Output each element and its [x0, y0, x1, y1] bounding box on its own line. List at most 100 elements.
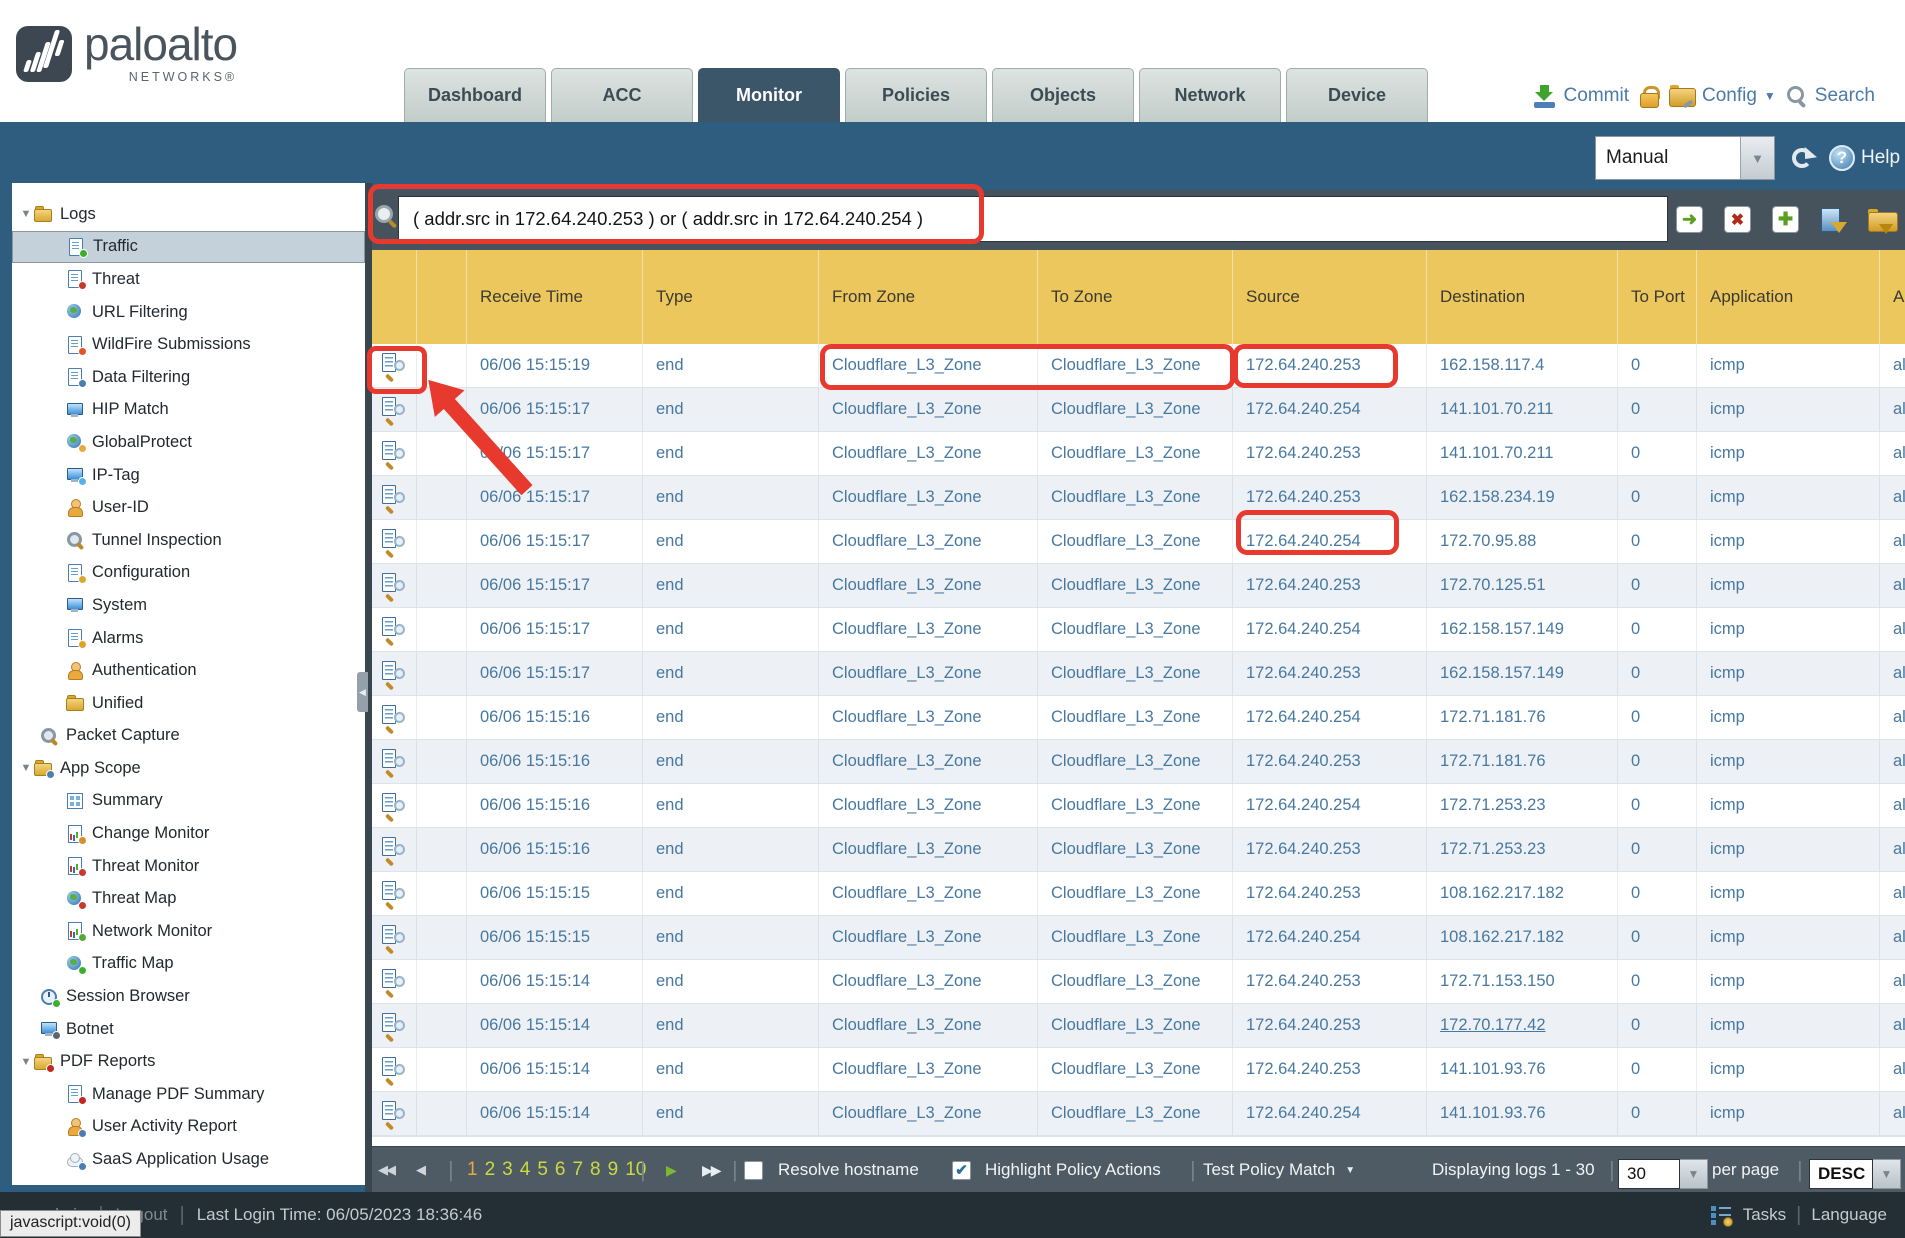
cell-action[interactable]: allow: [1893, 928, 1905, 947]
sidebar-item-summary[interactable]: Summary: [12, 785, 365, 818]
language-button[interactable]: Language: [1811, 1205, 1887, 1225]
cell-to-port[interactable]: 0: [1631, 576, 1640, 595]
cell-from-zone[interactable]: Cloudflare_L3_Zone: [832, 972, 982, 991]
sidebar-item-alarms[interactable]: Alarms: [12, 622, 365, 655]
cell-application[interactable]: icmp: [1710, 400, 1745, 419]
help-button[interactable]: ? Help: [1829, 145, 1900, 171]
refresh-mode-select[interactable]: Manual ▼: [1595, 136, 1775, 180]
sidebar-item-unified[interactable]: Unified: [12, 687, 365, 720]
cell-action[interactable]: allow: [1893, 576, 1905, 595]
log-table-row[interactable]: 06/06 15:15:16 end Cloudflare_L3_Zone Cl…: [372, 784, 1905, 828]
cell-destination[interactable]: 141.101.93.76: [1440, 1104, 1546, 1123]
sidebar-item-user-id[interactable]: User-ID: [12, 491, 365, 524]
cell-to-port[interactable]: 0: [1631, 840, 1640, 859]
prev-page-button[interactable]: ◀: [416, 1147, 424, 1193]
cell-application[interactable]: icmp: [1710, 576, 1745, 595]
log-detail-icon[interactable]: [379, 925, 405, 951]
page-number-8[interactable]: 8: [590, 1159, 601, 1181]
search-button[interactable]: Search: [1786, 85, 1875, 107]
sidebar-item-url-filtering[interactable]: URL Filtering: [12, 296, 365, 329]
tasks-button[interactable]: Tasks: [1743, 1205, 1786, 1225]
sidebar-collapse-handle[interactable]: ◀: [357, 672, 368, 712]
log-detail-icon[interactable]: [379, 969, 405, 995]
tab-dashboard[interactable]: Dashboard: [404, 68, 546, 122]
cell-to-zone[interactable]: Cloudflare_L3_Zone: [1051, 928, 1201, 947]
lock-icon[interactable]: [1639, 84, 1659, 108]
tab-monitor[interactable]: Monitor: [698, 68, 840, 122]
sidebar-item-ip-tag[interactable]: IP-Tag: [12, 459, 365, 492]
cell-destination[interactable]: 141.101.70.211: [1440, 400, 1553, 419]
log-table-row[interactable]: 06/06 15:15:17 end Cloudflare_L3_Zone Cl…: [372, 388, 1905, 432]
cell-to-port[interactable]: 0: [1631, 1016, 1640, 1035]
cell-action[interactable]: allow: [1893, 444, 1905, 463]
tab-acc[interactable]: ACC: [551, 68, 693, 122]
column-header-action[interactable]: Action: [1880, 250, 1905, 344]
cell-to-zone[interactable]: Cloudflare_L3_Zone: [1051, 400, 1201, 419]
cell-destination[interactable]: 162.158.117.4: [1440, 356, 1544, 375]
cell-to-port[interactable]: 0: [1631, 444, 1640, 463]
cell-to-port[interactable]: 0: [1631, 1104, 1640, 1123]
page-number-5[interactable]: 5: [537, 1159, 548, 1181]
last-page-button[interactable]: ▶▶: [702, 1147, 720, 1193]
sort-order-select[interactable]: DESC ▼: [1809, 1159, 1901, 1189]
sidebar-item-authentication[interactable]: Authentication: [12, 654, 365, 687]
column-header-receive-time[interactable]: Receive Time: [467, 250, 643, 344]
cell-action[interactable]: allow: [1893, 884, 1905, 903]
cell-action[interactable]: allow: [1893, 620, 1905, 639]
cell-action[interactable]: allow: [1893, 752, 1905, 771]
page-number-1[interactable]: 1: [467, 1159, 478, 1181]
cell-destination[interactable]: 172.71.253.23: [1440, 796, 1546, 815]
cell-to-zone[interactable]: Cloudflare_L3_Zone: [1051, 532, 1201, 551]
cell-to-port[interactable]: 0: [1631, 928, 1640, 947]
cell-to-zone[interactable]: Cloudflare_L3_Zone: [1051, 664, 1201, 683]
cell-from-zone[interactable]: Cloudflare_L3_Zone: [832, 400, 982, 419]
sidebar-item-threat-monitor[interactable]: Threat Monitor: [12, 850, 365, 883]
cell-from-zone[interactable]: Cloudflare_L3_Zone: [832, 1104, 982, 1123]
cell-to-port[interactable]: 0: [1631, 796, 1640, 815]
cell-action[interactable]: allow: [1893, 708, 1905, 727]
log-detail-icon[interactable]: [379, 617, 405, 643]
cell-action[interactable]: allow: [1893, 532, 1905, 551]
log-table-row[interactable]: 06/06 15:15:14 end Cloudflare_L3_Zone Cl…: [372, 960, 1905, 1004]
page-number-2[interactable]: 2: [485, 1159, 496, 1181]
cell-from-zone[interactable]: Cloudflare_L3_Zone: [832, 708, 982, 727]
log-detail-icon[interactable]: [379, 573, 405, 599]
log-detail-icon[interactable]: [379, 837, 405, 863]
cell-application[interactable]: icmp: [1710, 664, 1745, 683]
cell-to-zone[interactable]: Cloudflare_L3_Zone: [1051, 708, 1201, 727]
cell-to-zone[interactable]: Cloudflare_L3_Zone: [1051, 752, 1201, 771]
cell-application[interactable]: icmp: [1710, 796, 1745, 815]
cell-from-zone[interactable]: Cloudflare_L3_Zone: [832, 840, 982, 859]
cell-from-zone[interactable]: Cloudflare_L3_Zone: [832, 620, 982, 639]
page-number-4[interactable]: 4: [520, 1159, 531, 1181]
cell-source[interactable]: 172.64.240.253: [1246, 488, 1361, 507]
log-detail-icon[interactable]: [379, 1057, 405, 1083]
cell-action[interactable]: allow: [1893, 972, 1905, 991]
cell-application[interactable]: icmp: [1710, 532, 1745, 551]
cell-application[interactable]: icmp: [1710, 488, 1745, 507]
cell-destination[interactable]: 141.101.93.76: [1440, 1060, 1546, 1079]
sidebar-item-threat-map[interactable]: Threat Map: [12, 882, 365, 915]
cell-to-zone[interactable]: Cloudflare_L3_Zone: [1051, 840, 1201, 859]
cell-application[interactable]: icmp: [1710, 356, 1745, 375]
cell-action[interactable]: allow: [1893, 664, 1905, 683]
commit-button[interactable]: Commit: [1533, 84, 1629, 108]
cell-application[interactable]: icmp: [1710, 752, 1745, 771]
refresh-icon[interactable]: [1789, 145, 1815, 171]
cell-destination[interactable]: 108.162.217.182: [1440, 928, 1564, 947]
cell-application[interactable]: icmp: [1710, 840, 1745, 859]
cell-source[interactable]: 172.64.240.254: [1246, 400, 1361, 419]
cell-to-zone[interactable]: Cloudflare_L3_Zone: [1051, 444, 1201, 463]
log-detail-icon[interactable]: [379, 397, 405, 423]
sidebar-item-hip-match[interactable]: HIP Match: [12, 394, 365, 427]
cell-action[interactable]: allow: [1893, 840, 1905, 859]
cell-destination[interactable]: 141.101.70.211: [1440, 444, 1553, 463]
cell-action[interactable]: allow: [1893, 1104, 1905, 1123]
cell-to-zone[interactable]: Cloudflare_L3_Zone: [1051, 1104, 1201, 1123]
cell-to-zone[interactable]: Cloudflare_L3_Zone: [1051, 620, 1201, 639]
cell-from-zone[interactable]: Cloudflare_L3_Zone: [832, 796, 982, 815]
cell-to-zone[interactable]: Cloudflare_L3_Zone: [1051, 972, 1201, 991]
cell-destination[interactable]: 172.71.253.23: [1440, 840, 1546, 859]
expander-icon[interactable]: ▼: [18, 1056, 34, 1068]
log-detail-icon[interactable]: [379, 353, 405, 379]
